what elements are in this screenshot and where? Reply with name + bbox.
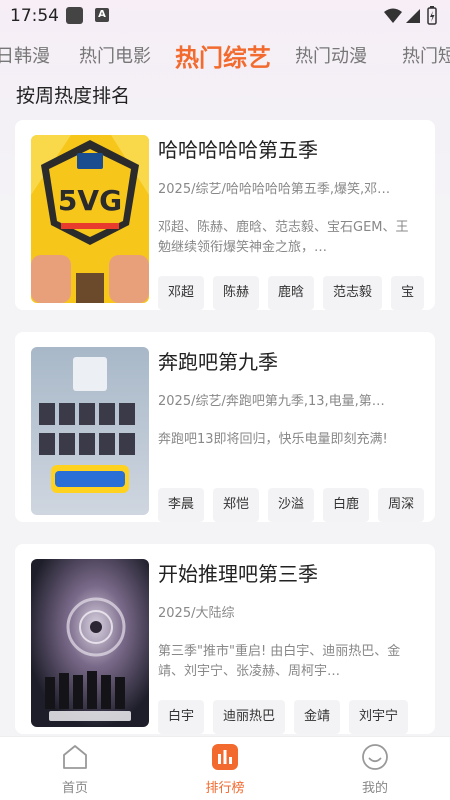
show-poster[interactable]: 5VG — [31, 135, 149, 303]
cast-tag[interactable]: 郑恺 — [213, 488, 260, 522]
cast-tag[interactable]: 周深 — [378, 488, 425, 522]
svg-text:5VG: 5VG — [58, 184, 122, 217]
cast-tag[interactable]: 邓超 — [158, 276, 205, 310]
nav-profile[interactable]: 我的 — [300, 737, 450, 800]
cast-tag[interactable]: 白宇 — [158, 700, 205, 734]
show-poster[interactable] — [31, 347, 149, 515]
nav-label: 我的 — [361, 781, 388, 796]
show-title: 哈哈哈哈哈第五季 — [158, 138, 318, 162]
section-title: 按周热度排名 — [16, 85, 131, 107]
show-card[interactable]: 开始推理吧第三季 2025/大陆综 第三季"推市"重启! 由白宇、迪丽热巴、金靖… — [15, 544, 435, 734]
show-title: 奔跑吧第九季 — [158, 350, 278, 374]
tab-hot-short[interactable]: 热门短 — [402, 42, 450, 68]
signal-icon — [406, 9, 420, 23]
cast-tag[interactable]: 鹿晗 — [268, 276, 315, 310]
cast-tag[interactable]: 迪丽热巴 — [213, 700, 286, 734]
notification-app-icon — [66, 7, 83, 24]
cast-tags: 邓超 陈赫 鹿晗 范志毅宝 — [158, 276, 435, 310]
cast-tag[interactable]: 白鹿 — [323, 488, 370, 522]
nav-home[interactable]: 首页 — [0, 737, 150, 800]
show-title: 开始推理吧第三季 — [158, 562, 318, 586]
bottom-navigation: 首页 排行榜 我的 — [0, 736, 450, 800]
category-tabs: 日韩漫 热门电影 热门综艺 热门动漫 热门短 — [0, 34, 450, 74]
home-icon — [63, 745, 87, 769]
show-card[interactable]: 5VG 哈哈哈哈哈第五季 2025/综艺/哈哈哈哈哈第五季,爆笑,邓… 邓超、陈… — [15, 120, 435, 310]
battery-icon — [427, 6, 437, 25]
tab-hot-movies[interactable]: 热门电影 — [79, 42, 151, 68]
show-description: 第三季"推市"重启! 由白宇、迪丽热巴、金靖、刘宇宁、张凌赫、周柯宇… — [158, 644, 401, 679]
cast-tags: 白宇 迪丽热巴 金靖 刘宇宁 — [158, 700, 435, 734]
nav-label: 排行榜 — [205, 781, 245, 796]
cast-tag[interactable]: 沙溢 — [268, 488, 315, 522]
show-meta: 2025/大陆综 — [158, 606, 235, 621]
system-status-icons — [384, 6, 437, 25]
cast-tag[interactable]: 刘宇宁 — [349, 700, 409, 734]
cast-tag[interactable]: 范志毅 — [323, 276, 383, 310]
profile-icon — [362, 744, 388, 770]
cast-tag[interactable]: 金靖 — [294, 700, 341, 734]
nav-ranking[interactable]: 排行榜 — [150, 737, 300, 800]
tab-japan-korea-comics[interactable]: 日韩漫 — [0, 42, 50, 68]
status-time: 17:54 — [10, 6, 59, 26]
cast-tag[interactable]: 宝 — [391, 276, 425, 310]
show-description: 邓超、陈赫、鹿晗、范志毅、宝石GEM、王勉继续领衔爆笑神金之旅，… — [158, 220, 409, 255]
notification-letter-icon: A — [95, 8, 109, 22]
tab-hot-variety[interactable]: 热门综艺 — [175, 38, 271, 73]
show-poster[interactable] — [31, 559, 149, 727]
cast-tag[interactable]: 李晨 — [158, 488, 205, 522]
nav-label: 首页 — [61, 781, 88, 796]
ranking-icon — [212, 744, 238, 770]
show-meta: 2025/综艺/哈哈哈哈哈第五季,爆笑,邓… — [158, 182, 391, 197]
cast-tags: 李晨 郑恺 沙溢 白鹿 周深 — [158, 488, 435, 522]
cast-tag[interactable]: 陈赫 — [213, 276, 260, 310]
wifi-icon — [384, 8, 402, 23]
status-bar: 17:54 A — [0, 0, 450, 32]
show-description: 奔跑吧13即将回归，快乐电量即刻充满! — [158, 432, 388, 447]
show-card[interactable]: 奔跑吧第九季 2025/综艺/奔跑吧第九季,13,电量,第… 奔跑吧13即将回归… — [15, 332, 435, 522]
show-meta: 2025/综艺/奔跑吧第九季,13,电量,第… — [158, 394, 385, 409]
tab-hot-anime[interactable]: 热门动漫 — [295, 42, 367, 68]
